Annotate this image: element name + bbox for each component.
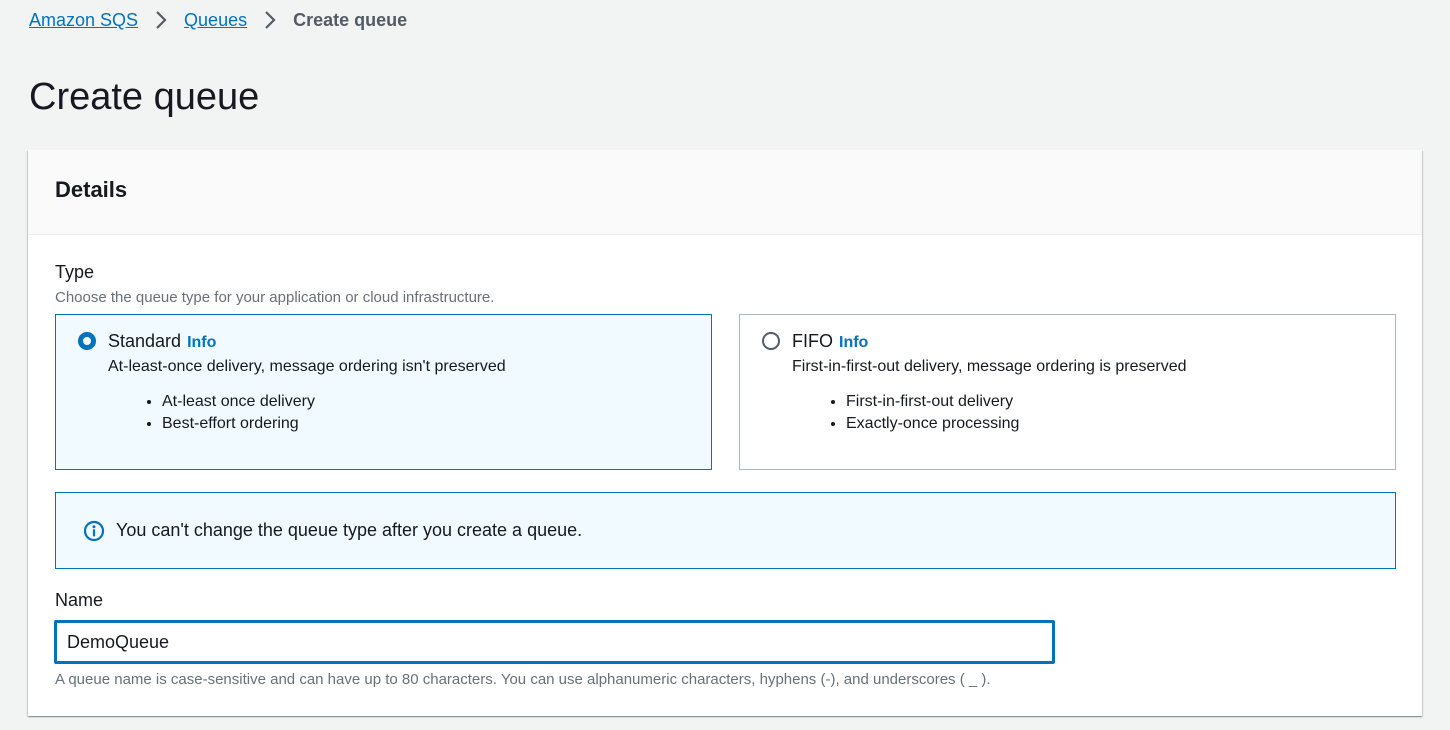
- details-panel-header: Details: [28, 150, 1422, 235]
- fifo-radio[interactable]: [762, 332, 780, 350]
- breadcrumb-link-amazon-sqs[interactable]: Amazon SQS: [29, 8, 138, 32]
- info-icon: [83, 520, 105, 542]
- alert-text: You can't change the queue type after yo…: [116, 520, 583, 540]
- queue-type-fifo-tile[interactable]: FIFO Info First-in-first-out delivery, me…: [739, 314, 1396, 470]
- standard-title: Standard: [108, 331, 182, 351]
- queue-name-input[interactable]: [54, 620, 1055, 664]
- standard-bullets: At-least once delivery Best-effort order…: [142, 391, 315, 435]
- page-title: Create queue: [29, 76, 260, 118]
- breadcrumb-current: Create queue: [293, 10, 408, 30]
- type-label: Type: [55, 262, 95, 282]
- fifo-bullets: First-in-first-out delivery Exactly-once…: [826, 391, 1019, 435]
- fifo-title: FIFO: [792, 331, 833, 351]
- chevron-right-icon: [156, 11, 167, 29]
- chevron-right-icon: [265, 11, 276, 29]
- list-item: Exactly-once processing: [846, 413, 1019, 435]
- breadcrumb-link-queues[interactable]: Queues: [184, 8, 247, 32]
- standard-title-row: Standard Info: [108, 329, 216, 355]
- list-item: At-least once delivery: [162, 391, 315, 413]
- queue-type-standard-tile[interactable]: Standard Info At-least-once delivery, mes…: [55, 314, 712, 470]
- list-item: First-in-first-out delivery: [846, 391, 1019, 413]
- fifo-info-link[interactable]: Info: [839, 334, 868, 351]
- breadcrumb: Amazon SQS Queues Create queue: [29, 8, 407, 32]
- standard-info-link[interactable]: Info: [187, 334, 216, 351]
- name-label: Name: [55, 590, 104, 610]
- standard-radio[interactable]: [78, 332, 96, 350]
- details-panel: Details Type Choose the queue type for y…: [28, 150, 1422, 716]
- page: Amazon SQS Queues Create queue Create qu…: [0, 0, 1450, 730]
- details-heading: Details: [55, 177, 128, 202]
- fifo-title-row: FIFO Info: [792, 329, 868, 355]
- type-description: Choose the queue type for your applicati…: [55, 289, 495, 306]
- name-hint: A queue name is case-sensitive and can h…: [55, 671, 991, 688]
- standard-description: At-least-once delivery, message ordering…: [108, 358, 506, 375]
- queue-type-alert: You can't change the queue type after yo…: [55, 492, 1396, 569]
- list-item: Best-effort ordering: [162, 413, 315, 435]
- fifo-description: First-in-first-out delivery, message ord…: [792, 358, 1187, 375]
